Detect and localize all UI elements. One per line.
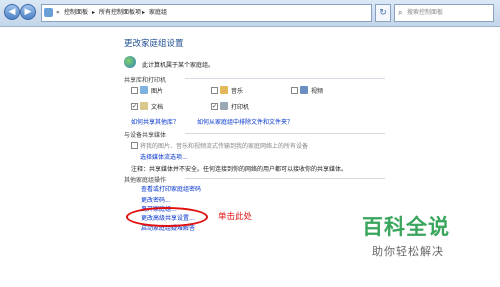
search-placeholder: 搜索控制面板	[407, 9, 444, 16]
search-icon: ⌕	[398, 8, 403, 17]
breadcrumb-overflow[interactable]: «	[56, 5, 60, 21]
refresh-button[interactable]: ↻	[375, 4, 391, 22]
checkbox-stream-media[interactable]	[131, 142, 138, 149]
checkbox-documents[interactable]: ✓	[131, 103, 138, 110]
security-note: 注释：共享媒体并不安全。任何连接到你的网络的用户都可以接收你的共享媒体。	[131, 166, 348, 173]
library-label-music: 音乐	[231, 88, 244, 95]
control-panel-icon	[44, 8, 53, 17]
address-bar[interactable]: « 控制面板 ▸ 所有控制面板项 ▸ 家庭组	[41, 4, 372, 22]
back-button[interactable]: ◀	[4, 4, 20, 20]
library-label-printers: 打印机	[231, 104, 250, 111]
pictures-icon	[140, 86, 148, 94]
media-stream-options-link[interactable]: 选择媒体流选项...	[140, 152, 188, 161]
library-label-videos: 视频	[311, 88, 324, 95]
homegroup-icon	[124, 56, 136, 68]
divider	[185, 178, 385, 179]
highlight-oval	[126, 207, 208, 227]
divider	[185, 133, 385, 134]
checkbox-videos[interactable]	[291, 87, 298, 94]
media-section-heading: 与设备共享媒体	[124, 132, 167, 139]
exclude-files-link[interactable]: 如何从家庭组中排除文件和文件夹？	[197, 117, 293, 126]
share-other-libraries-link[interactable]: 如何共享其他库？	[131, 117, 179, 126]
page-title: 更改家庭组设置	[124, 39, 184, 49]
documents-icon	[140, 102, 148, 110]
other-actions-heading: 其他家庭组操作	[124, 177, 167, 184]
library-label-pictures: 图片	[151, 88, 164, 95]
videos-icon	[300, 86, 308, 94]
divider	[185, 78, 385, 79]
breadcrumb-separator: ▸	[92, 9, 96, 16]
printer-icon	[220, 102, 228, 110]
watermark-title: 百科全说	[362, 215, 450, 239]
checkbox-music[interactable]	[211, 87, 218, 94]
window-titlebar: ◀ ▶ « 控制面板 ▸ 所有控制面板项 ▸ 家庭组 ↻ ⌕ 搜索控制面板	[0, 0, 500, 27]
breadcrumb-homegroup[interactable]: 家庭组	[149, 5, 167, 21]
checkbox-printers[interactable]: ✓	[211, 103, 218, 110]
share-section-heading: 共享库和打印机	[124, 77, 167, 84]
breadcrumb-all-items[interactable]: 所有控制面板项	[99, 5, 141, 21]
click-here-annotation: 单击此处	[218, 212, 253, 222]
music-icon	[220, 86, 228, 94]
membership-text: 此计算机属于某个家庭组。	[142, 62, 215, 69]
watermark-subtitle: 助你轻松解决	[372, 245, 444, 258]
library-label-documents: 文档	[151, 104, 164, 111]
search-input[interactable]: ⌕ 搜索控制面板	[394, 4, 494, 22]
view-password-link[interactable]: 查看或打印家庭组密码	[141, 184, 201, 193]
change-password-link[interactable]: 更改密码...	[141, 195, 171, 204]
forward-button[interactable]: ▶	[20, 4, 36, 20]
breadcrumb-separator: ▸	[142, 9, 146, 16]
breadcrumb-control-panel[interactable]: 控制面板	[64, 5, 88, 21]
checkbox-pictures[interactable]	[131, 87, 138, 94]
stream-media-label: 将我的图片、音乐和视频流式传输到我的家庭网络上的所有设备	[140, 143, 309, 150]
